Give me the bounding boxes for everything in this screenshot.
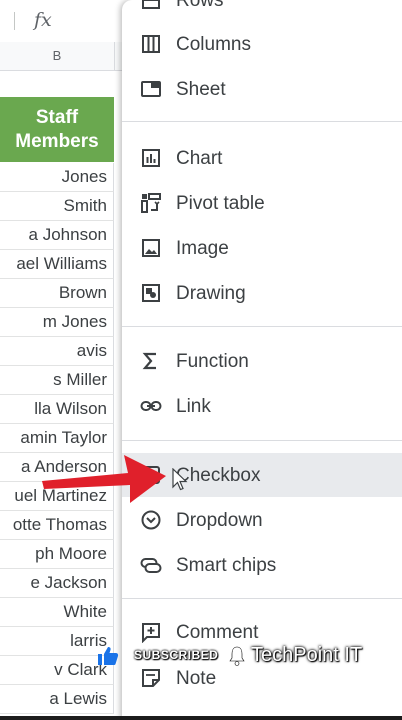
table-row[interactable]: lla Wilson (0, 395, 114, 424)
cell-text: Smith (63, 196, 107, 215)
menu-item-label: Chart (176, 148, 223, 169)
table-row[interactable]: Smith (0, 192, 114, 221)
menu-item-label: Drawing (176, 283, 246, 304)
table-row[interactable]: ael Williams (0, 250, 114, 279)
table-row[interactable]: s Miller (0, 366, 114, 395)
thumbs-up-icon (98, 647, 119, 665)
table-row[interactable]: e Jackson (0, 569, 114, 598)
cell-text: White (63, 602, 107, 621)
header-cell-line-2: Members (15, 131, 99, 152)
menu-item-smart-chips[interactable]: Smart chips (122, 543, 402, 587)
red-arrow-icon (42, 455, 166, 503)
dropdown-icon (141, 510, 161, 530)
link-icon (140, 401, 162, 411)
menu-item-image[interactable]: Image (122, 226, 402, 270)
cell-text: avis (76, 341, 107, 360)
rows-icon (142, 0, 160, 9)
drawing-icon (142, 284, 160, 302)
function-icon (142, 352, 156, 370)
columns-icon (142, 35, 160, 53)
cell-text: s Miller (53, 370, 107, 389)
cell-text: a Lewis (49, 689, 107, 708)
cell-text: ael Williams (16, 254, 107, 273)
menu-item-label: Pivot table (176, 193, 265, 214)
formula-bar-separator (14, 12, 15, 30)
cell-text: ph Moore (35, 544, 107, 563)
column-header-b[interactable]: B (0, 42, 115, 70)
menu-item-link[interactable]: Link (122, 384, 402, 428)
cell-text: m Jones (42, 312, 107, 331)
fx-icon[interactable]: fx (34, 9, 52, 31)
header-cell-line-1: Staff (35, 107, 79, 128)
menu-item-label: Rows (176, 0, 224, 11)
cell-text: otte Thomas (12, 515, 107, 534)
smart-chips-icon (140, 558, 162, 573)
menu-divider (122, 326, 402, 327)
table-row[interactable]: a Lewis (0, 685, 114, 714)
table-row[interactable]: avis (0, 337, 114, 366)
bell-icon (229, 646, 245, 666)
menu-item-pivot-table[interactable]: Pivot table (122, 181, 402, 225)
table-row[interactable]: a Johnson (0, 221, 114, 250)
table-row[interactable]: m Jones (0, 308, 114, 337)
menu-divider (122, 598, 402, 599)
menu-item-label: Checkbox (176, 465, 261, 486)
menu-item-chart[interactable]: Chart (122, 136, 402, 180)
menu-item-label: Link (176, 396, 211, 417)
channel-name: TechPoint IT (251, 644, 363, 666)
cell-text: Jones (61, 167, 107, 186)
channel-watermark: SUBSCRIBED TechPoint IT (96, 640, 402, 672)
menu-item-label: Dropdown (176, 510, 263, 531)
table-row[interactable]: Jones (0, 163, 114, 192)
menu-item-rows[interactable]: Rows (122, 0, 402, 22)
insert-menu: Rows Columns Sheet Chart Pivot table Ima… (122, 0, 402, 720)
menu-item-drawing[interactable]: Drawing (122, 271, 402, 315)
table-row[interactable]: ph Moore (0, 540, 114, 569)
menu-divider (122, 440, 402, 441)
menu-item-sheet[interactable]: Sheet (122, 67, 402, 111)
image-icon (142, 239, 160, 257)
menu-item-label: Smart chips (176, 555, 277, 576)
staff-list: Jones Smith a Johnson ael Williams Brown… (0, 163, 114, 714)
sheet-icon (141, 81, 161, 97)
table-row[interactable]: otte Thomas (0, 511, 114, 540)
chart-icon (142, 149, 160, 167)
cell-text: e Jackson (30, 573, 107, 592)
menu-item-label: Sheet (176, 79, 226, 100)
menu-item-function[interactable]: Function (122, 339, 402, 383)
subscribed-label: SUBSCRIBED (134, 648, 219, 662)
pivot-table-icon (141, 193, 161, 213)
cell-text: Brown (58, 283, 107, 302)
cell-text: lla Wilson (34, 399, 107, 418)
cell-text: a Johnson (28, 225, 107, 244)
menu-item-label: Image (176, 238, 229, 259)
screen-bottom-edge (0, 716, 402, 720)
menu-item-label: Columns (176, 34, 251, 55)
table-row[interactable]: White (0, 598, 114, 627)
mouse-cursor-icon (172, 468, 188, 491)
menu-item-columns[interactable]: Columns (122, 22, 402, 66)
table-row[interactable]: Brown (0, 279, 114, 308)
header-cell-staff-members[interactable]: Staff Members (0, 97, 114, 162)
menu-divider (122, 121, 402, 122)
menu-item-label: Function (176, 351, 249, 372)
